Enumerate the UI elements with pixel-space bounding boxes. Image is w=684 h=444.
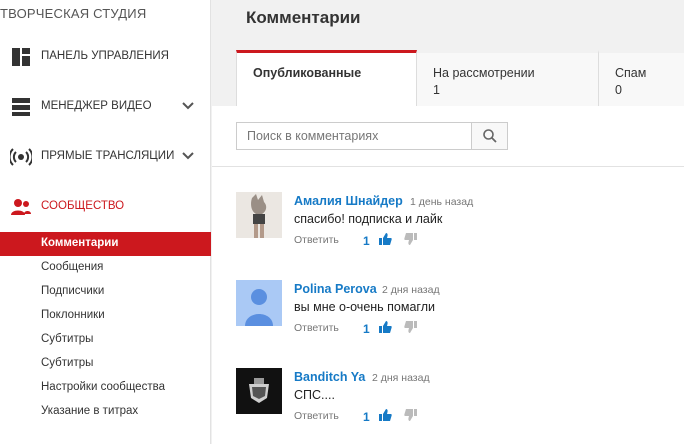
main-panel: Комментарии Опубликованные На рассмотрен… bbox=[212, 0, 684, 444]
nav-dashboard[interactable]: ПАНЕЛЬ УПРАВЛЕНИЯ bbox=[0, 44, 211, 70]
sidebar-item-label: Указание в титрах bbox=[41, 405, 139, 417]
sidebar-item-community-settings[interactable]: Настройки сообщества bbox=[0, 376, 211, 400]
comment-item: Polina Perova 2 дня назад вы мне о-очень… bbox=[236, 280, 676, 340]
tab-count: 1 bbox=[433, 83, 440, 97]
tab-label: На рассмотрении bbox=[433, 66, 535, 80]
comment-text: вы мне о-очень помагли bbox=[294, 300, 435, 314]
comment-text: спасибо! подписка и лайк bbox=[294, 212, 443, 226]
nav-dashboard-label: ПАНЕЛЬ УПРАВЛЕНИЯ bbox=[41, 50, 169, 62]
sidebar-item-subscribers[interactable]: Подписчики bbox=[0, 280, 211, 304]
live-broadcast-icon bbox=[10, 148, 32, 166]
comment-item: Амалия Шнайдер 1 день назад спасибо! под… bbox=[236, 192, 676, 252]
like-count: 1 bbox=[363, 410, 370, 424]
tab-label: Спам bbox=[615, 66, 647, 80]
thumbs-down-icon[interactable] bbox=[404, 408, 418, 422]
thumbs-up-icon[interactable] bbox=[378, 408, 392, 422]
search-button[interactable] bbox=[471, 123, 507, 149]
comments-content: Амалия Шнайдер 1 день назад спасибо! под… bbox=[212, 106, 684, 444]
comment-author[interactable]: Polina Perova bbox=[294, 282, 377, 296]
comment-time[interactable]: 2 дня назад bbox=[382, 284, 440, 296]
sidebar-item-label: Комментарии bbox=[41, 237, 119, 249]
comment-author[interactable]: Banditch Ya bbox=[294, 370, 365, 384]
search-input[interactable] bbox=[237, 123, 507, 149]
comment-time[interactable]: 1 день назад bbox=[410, 196, 473, 208]
avatar[interactable] bbox=[236, 280, 282, 326]
sidebar-item-label: Субтитры bbox=[41, 333, 94, 345]
sidebar-item-comments[interactable]: Комментарии bbox=[0, 232, 211, 256]
sidebar-item-label: Сообщения bbox=[41, 261, 104, 273]
dashboard-icon bbox=[12, 48, 30, 66]
comment-author[interactable]: Амалия Шнайдер bbox=[294, 194, 403, 208]
nav-community[interactable]: СООБЩЕСТВО bbox=[0, 194, 211, 220]
comment-tabs: Опубликованные На рассмотрении 1 Спам 0 bbox=[236, 50, 684, 107]
search-box bbox=[236, 122, 508, 150]
nav-video-manager[interactable]: МЕНЕДЖЕР ВИДЕО bbox=[0, 94, 211, 120]
comment-item: Banditch Ya 2 дня назад СПС.... Ответить… bbox=[236, 368, 676, 428]
nav-video-manager-label: МЕНЕДЖЕР ВИДЕО bbox=[41, 100, 152, 112]
sidebar-item-messages[interactable]: Сообщения bbox=[0, 256, 211, 280]
sidebar-item-fans[interactable]: Поклонники bbox=[0, 304, 211, 328]
nav-community-label: СООБЩЕСТВО bbox=[41, 200, 125, 212]
nav-live[interactable]: ПРЯМЫЕ ТРАНСЛЯЦИИ bbox=[0, 144, 211, 170]
tab-published[interactable]: Опубликованные bbox=[236, 50, 417, 107]
sidebar-item-label: Поклонники bbox=[41, 309, 105, 321]
video-manager-icon bbox=[12, 98, 30, 116]
reply-button[interactable]: Ответить bbox=[294, 410, 339, 422]
tab-label: Опубликованные bbox=[253, 66, 362, 80]
sidebar-item-label: Субтитры bbox=[41, 357, 94, 369]
like-count: 1 bbox=[363, 322, 370, 336]
search-icon bbox=[483, 129, 497, 143]
thumbs-down-icon[interactable] bbox=[404, 232, 418, 246]
like-count: 1 bbox=[363, 234, 370, 248]
chevron-down-icon[interactable] bbox=[182, 151, 194, 161]
studio-title: ТВОРЧЕСКАЯ СТУДИЯ bbox=[0, 6, 147, 21]
sidebar: ТВОРЧЕСКАЯ СТУДИЯ ПАНЕЛЬ УПРАВЛЕНИЯ МЕНЕ… bbox=[0, 0, 211, 444]
avatar[interactable] bbox=[236, 368, 282, 414]
community-icon bbox=[11, 199, 31, 215]
chevron-down-icon[interactable] bbox=[182, 101, 194, 111]
sidebar-item-label: Настройки сообщества bbox=[41, 381, 165, 393]
reply-button[interactable]: Ответить bbox=[294, 322, 339, 334]
sidebar-item-subtitles[interactable]: Субтитры bbox=[0, 328, 211, 352]
comment-time[interactable]: 2 дня назад bbox=[372, 372, 430, 384]
sidebar-item-label: Подписчики bbox=[41, 285, 105, 297]
tab-count: 0 bbox=[615, 83, 622, 97]
sidebar-item-subtitles-2[interactable]: Субтитры bbox=[0, 352, 211, 376]
page-title: Комментарии bbox=[246, 8, 361, 27]
thumbs-up-icon[interactable] bbox=[378, 232, 392, 246]
tab-review[interactable]: На рассмотрении 1 bbox=[417, 50, 599, 106]
nav-live-label: ПРЯМЫЕ ТРАНСЛЯЦИИ bbox=[41, 150, 175, 162]
reply-button[interactable]: Ответить bbox=[294, 234, 339, 246]
sidebar-item-credits[interactable]: Указание в титрах bbox=[0, 400, 211, 424]
tab-spam[interactable]: Спам 0 bbox=[599, 50, 684, 106]
thumbs-down-icon[interactable] bbox=[404, 320, 418, 334]
comment-text: СПС.... bbox=[294, 388, 335, 402]
divider bbox=[212, 166, 684, 167]
avatar[interactable] bbox=[236, 192, 282, 238]
thumbs-up-icon[interactable] bbox=[378, 320, 392, 334]
